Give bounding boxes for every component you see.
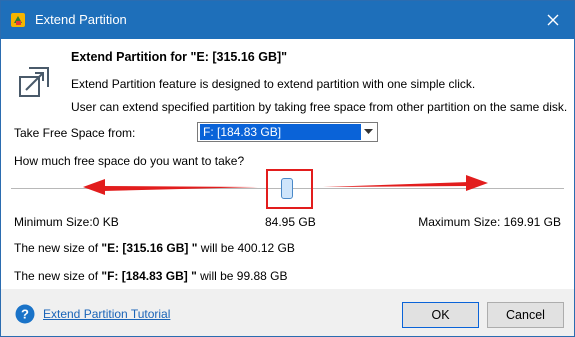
right-arrow-annotation [323, 175, 488, 191]
tutorial-link[interactable]: Extend Partition Tutorial [43, 307, 170, 321]
help-icon[interactable]: ? [15, 304, 35, 324]
ok-button[interactable]: OK [402, 302, 479, 328]
new-size-f: The new size of "F: [184.83 GB] " will b… [14, 269, 288, 283]
minimum-size-label: Minimum Size:0 KB [14, 215, 119, 229]
new-size-e-partition: "E: [315.16 GB] " [101, 241, 198, 255]
left-arrow-annotation [83, 179, 258, 195]
extend-partition-dialog: Extend Partition Extend Partition for "E… [0, 0, 575, 337]
maximum-size-label: Maximum Size: 169.91 GB [418, 215, 561, 229]
new-size-e-prefix: The new size of [14, 241, 102, 255]
source-partition-selected: F: [184.83 GB] [200, 124, 361, 140]
source-partition-select[interactable]: F: [184.83 GB] [197, 122, 378, 142]
feature-description: Extend Partition feature is designed to … [71, 77, 476, 91]
extend-icon [19, 67, 49, 97]
usage-description: User can extend specified partition by t… [71, 100, 568, 114]
source-partition-label: Take Free Space from: [14, 126, 136, 140]
new-size-f-suffix: will be 99.88 GB [196, 269, 288, 283]
new-size-e-suffix: will be 400.12 GB [197, 241, 295, 255]
window-title: Extend Partition [35, 12, 127, 27]
space-question: How much free space do you want to take? [14, 154, 245, 168]
title-bar: Extend Partition [1, 1, 574, 39]
chevron-down-icon[interactable] [361, 124, 375, 140]
dialog-heading: Extend Partition for "E: [315.16 GB]" [71, 50, 288, 64]
app-icon [11, 13, 25, 27]
close-button[interactable] [532, 1, 574, 39]
new-size-f-prefix: The new size of [14, 269, 102, 283]
cancel-button[interactable]: Cancel [487, 302, 564, 328]
new-size-e: The new size of "E: [315.16 GB] " will b… [14, 241, 295, 255]
current-size-value: 84.95 GB [265, 215, 316, 229]
close-icon [547, 14, 559, 26]
slider-highlight-annotation [266, 169, 313, 209]
svg-text:?: ? [21, 307, 29, 322]
new-size-f-partition: "F: [184.83 GB] " [101, 269, 197, 283]
